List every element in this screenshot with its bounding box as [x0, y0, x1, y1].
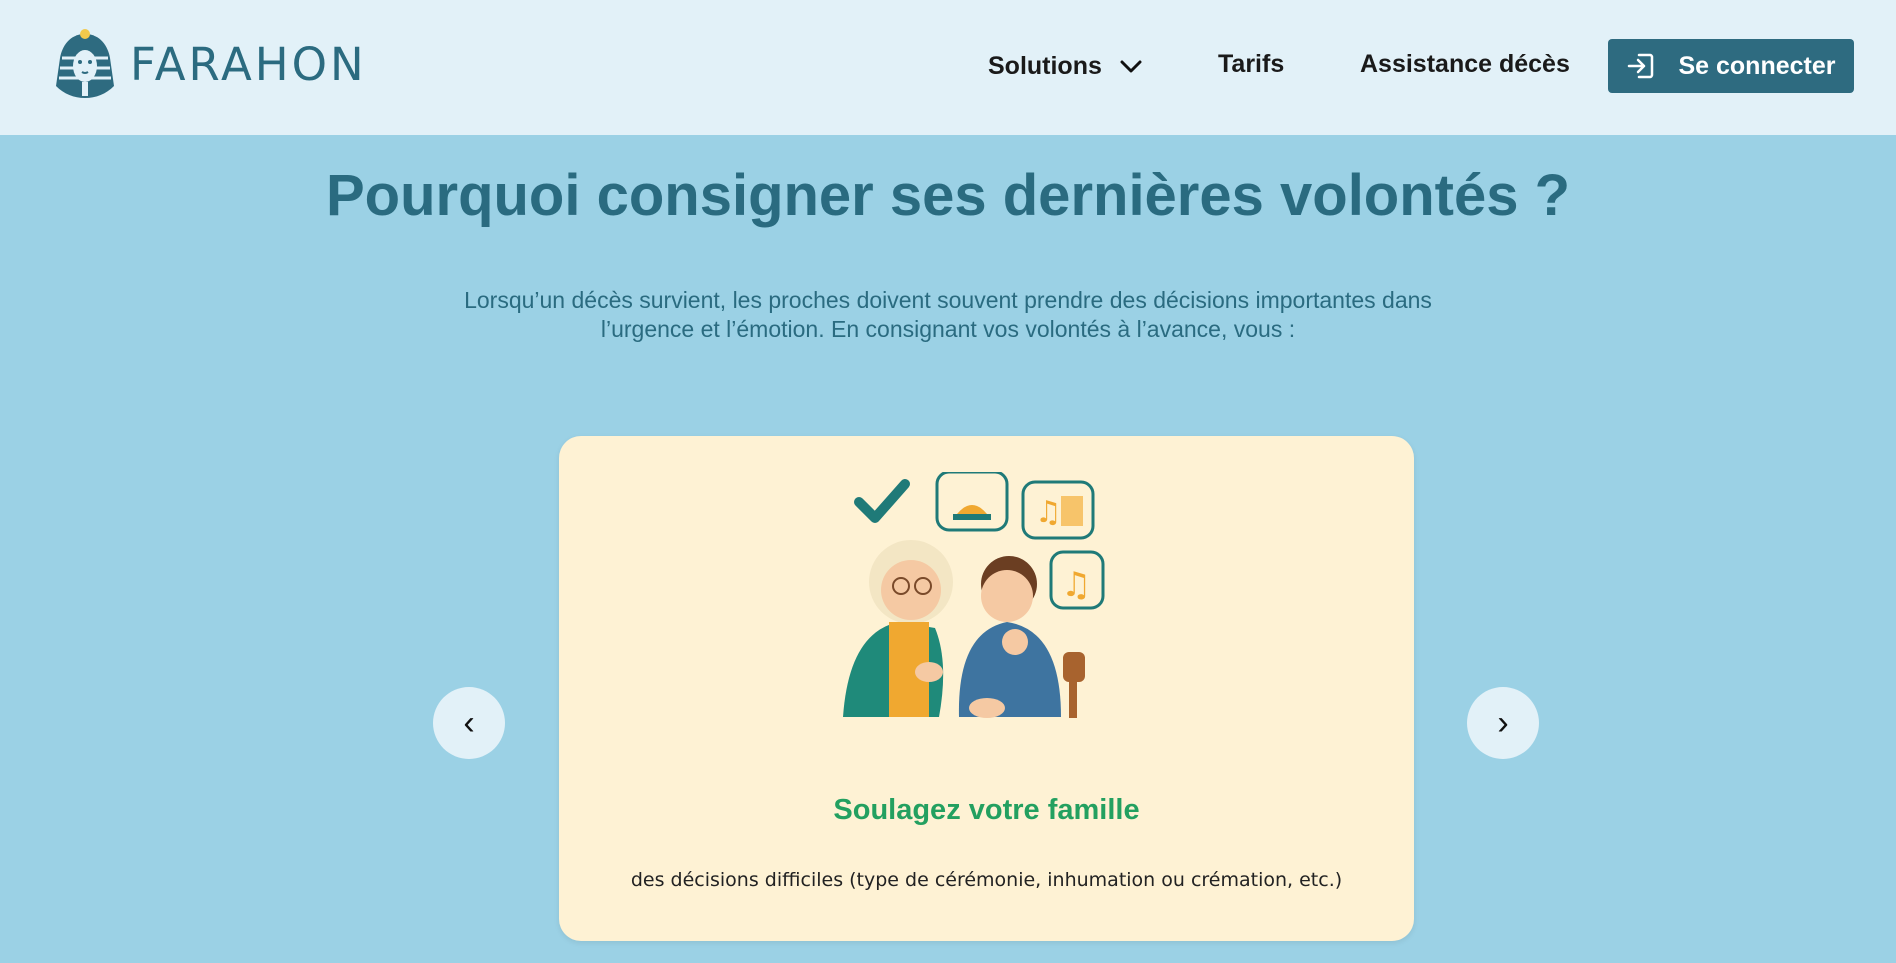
site-header: FARAHON Solutions Tarifs Assistance décè… — [0, 0, 1896, 135]
nav-assistance-deces[interactable]: Assistance décès — [1360, 50, 1570, 79]
logo[interactable]: FARAHON — [54, 28, 367, 100]
login-label: Se connecter — [1678, 51, 1836, 80]
pharaoh-logo-icon — [56, 29, 114, 98]
intro-line-2: l’urgence et l’émotion. En consignant vo… — [600, 316, 1296, 342]
family-illustration: ♫ ♫ — [843, 472, 1105, 718]
carousel-prev-button[interactable]: ‹ — [433, 687, 505, 759]
intro-line-1: Lorsqu’un décès survient, les proches do… — [464, 287, 1432, 313]
slide-title: Soulagez votre famille — [833, 794, 1140, 826]
slide-text: des décisions difficiles (type de cérémo… — [630, 869, 1343, 891]
nav-solutions-label: Solutions — [988, 52, 1102, 80]
carousel-next-button[interactable]: › — [1467, 687, 1539, 759]
login-button[interactable]: Se connecter — [1608, 39, 1854, 93]
sign-in-icon — [1628, 53, 1654, 79]
checkmark-icon — [854, 479, 910, 523]
section-intro: Lorsqu’un décès survient, les proches do… — [398, 286, 1498, 344]
carousel-card: ♫ ♫ Soulagez votre famille des décisions… — [559, 436, 1414, 941]
svg-text:♫: ♫ — [1061, 565, 1091, 605]
svg-text:♫: ♫ — [1035, 495, 1062, 530]
nav-solutions[interactable]: Solutions — [988, 52, 1142, 81]
section-title: Pourquoi consigner ses dernières volonté… — [325, 163, 1571, 228]
chevron-down-icon — [1120, 60, 1142, 72]
logo-wordmark: FARAHON — [130, 37, 367, 91]
nav-tarifs[interactable]: Tarifs — [1218, 50, 1284, 79]
